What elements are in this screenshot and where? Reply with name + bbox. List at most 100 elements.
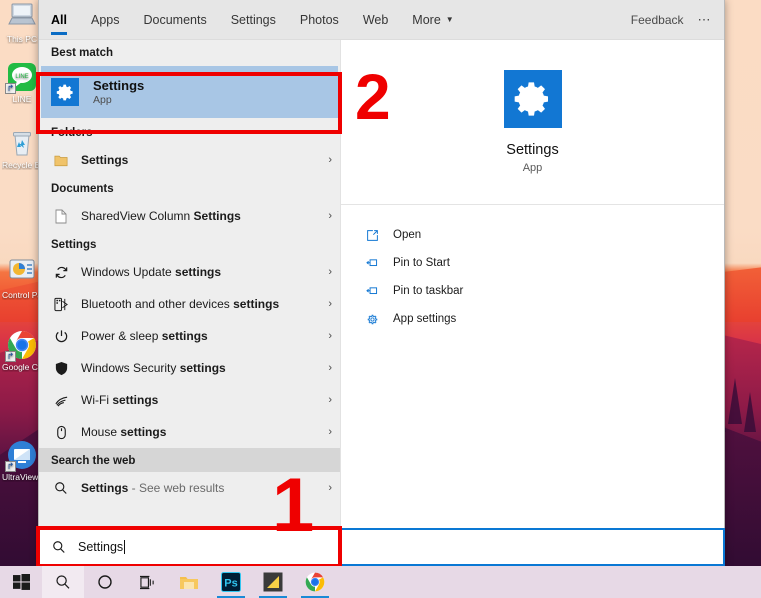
result-row-mouse-settings[interactable]: Mouse settings ›: [39, 416, 340, 448]
tab-label: Web: [362, 12, 389, 27]
chevron-right-icon[interactable]: ›: [328, 210, 332, 222]
result-row-label: Wi-Fi settings: [81, 393, 159, 407]
tab-label: Apps: [90, 12, 120, 27]
mouse-icon: [51, 425, 71, 440]
app-preview-pane: Settings App Open Pin to Start Pin to ta…: [341, 40, 724, 565]
tab-documents[interactable]: Documents: [131, 0, 218, 40]
file-explorer-button[interactable]: [168, 566, 210, 598]
result-row-label: Settings: [81, 153, 129, 167]
action-app-settings[interactable]: App settings: [341, 305, 724, 333]
result-row-label: Mouse settings: [81, 425, 167, 439]
ultraviewer-icon: ↱: [5, 440, 37, 472]
shield-icon: [51, 361, 71, 376]
result-row-label: SharedView Column Settings: [81, 209, 241, 223]
search-icon: [51, 481, 71, 495]
action-pin-to-start[interactable]: Pin to Start: [341, 249, 724, 277]
action-label: Pin to taskbar: [393, 285, 464, 297]
chevron-right-icon[interactable]: ›: [328, 154, 332, 166]
cortana-button[interactable]: [84, 566, 126, 598]
annotation-step-2: 2: [355, 61, 391, 133]
chrome-button[interactable]: [294, 566, 336, 598]
control-panel-icon: [7, 258, 37, 288]
more-options-icon[interactable]: ⋯: [698, 12, 713, 28]
search-icon: [55, 574, 71, 590]
desktop-icon-control-panel[interactable]: Control Panel: [2, 258, 42, 300]
shortcut-arrow-icon: ↱: [5, 83, 16, 94]
task-view-icon: [139, 575, 156, 590]
open-icon: [363, 229, 381, 242]
action-label: Pin to Start: [393, 257, 450, 269]
chevron-right-icon[interactable]: ›: [328, 362, 332, 374]
task-view-button[interactable]: [126, 566, 168, 598]
taskbar: Ps: [0, 566, 761, 598]
result-row-sharedview-column-settings[interactable]: SharedView Column Settings ›: [39, 200, 340, 232]
chevron-right-icon[interactable]: ›: [328, 394, 332, 406]
preview-action-list: Open Pin to Start Pin to taskbar App set…: [341, 205, 724, 333]
sticky-notes-button[interactable]: [252, 566, 294, 598]
photoshop-icon: Ps: [221, 572, 241, 592]
feedback-button[interactable]: Feedback: [631, 13, 684, 27]
chevron-right-icon[interactable]: ›: [328, 482, 332, 494]
this-pc-icon: [7, 2, 37, 32]
desktop-icon-this-pc[interactable]: This PC: [2, 2, 42, 44]
chrome-icon: [305, 572, 325, 592]
result-row-windows-update-settings[interactable]: Windows Update settings ›: [39, 256, 340, 288]
chevron-right-icon[interactable]: ›: [328, 298, 332, 310]
bluetooth-devices-icon: [51, 297, 71, 312]
chrome-icon: ↱: [5, 330, 37, 362]
tab-label: More: [412, 12, 441, 27]
sticky-notes-icon: [263, 572, 283, 592]
desktop-icon-recycle-bin[interactable]: Recycle Bin: [2, 128, 42, 170]
annotation-box-best-match: [36, 72, 342, 134]
group-header-best-match: Best match: [51, 47, 113, 59]
pin-icon: [363, 285, 381, 298]
result-row-power-and-sleep-settings[interactable]: Power & sleep settings ›: [39, 320, 340, 352]
tab-web[interactable]: Web: [351, 0, 400, 40]
tab-label: Documents: [143, 12, 207, 27]
annotation-step-1: 1: [272, 463, 315, 548]
tab-label: Photos: [299, 12, 339, 27]
action-label: Open: [393, 229, 422, 241]
tab-label: Settings: [230, 12, 276, 27]
result-row-folder-settings[interactable]: Settings ›: [39, 144, 340, 176]
start-button[interactable]: [0, 566, 42, 598]
action-open[interactable]: Open: [341, 221, 724, 249]
chevron-down-icon: ▼: [445, 15, 454, 24]
topbar-right-actions: Feedback ⋯: [631, 12, 724, 28]
preview-app-type: App: [522, 162, 543, 174]
recycle-bin-icon: [7, 128, 37, 158]
chevron-right-icon[interactable]: ›: [328, 330, 332, 342]
pin-icon: [363, 257, 381, 270]
result-row-wifi-settings[interactable]: Wi-Fi settings ›: [39, 384, 340, 416]
tab-apps[interactable]: Apps: [79, 0, 132, 40]
update-icon: [51, 265, 71, 280]
result-row-label: Power & sleep settings: [81, 329, 208, 343]
chevron-right-icon[interactable]: ›: [328, 426, 332, 438]
result-row-label: Windows Update settings: [81, 265, 222, 279]
action-pin-to-taskbar[interactable]: Pin to taskbar: [341, 277, 724, 305]
gear-icon: [503, 70, 562, 128]
photoshop-button[interactable]: Ps: [210, 566, 252, 598]
search-filter-tabbar: All Apps Documents Settings Photos Web M…: [39, 0, 724, 40]
result-row-label: Settings - See web results: [81, 481, 225, 495]
tab-settings[interactable]: Settings: [219, 0, 288, 40]
preview-app-name: Settings: [506, 142, 559, 158]
chevron-right-icon[interactable]: ›: [328, 266, 332, 278]
document-icon: [51, 209, 71, 224]
group-header-documents: Documents: [51, 183, 114, 195]
result-row-label: Bluetooth and other devices settings: [81, 297, 280, 311]
tab-photos[interactable]: Photos: [288, 0, 351, 40]
folder-icon: [179, 574, 199, 591]
search-button[interactable]: [42, 566, 84, 598]
tab-more[interactable]: More ▼: [400, 0, 465, 40]
power-icon: [51, 329, 71, 344]
desktop-icon-ultraviewer[interactable]: ↱ UltraViewer: [2, 440, 42, 482]
desktop-icon-label: Recycle Bin: [2, 160, 42, 170]
group-header-settings: Settings: [51, 239, 97, 251]
result-row-windows-security-settings[interactable]: Windows Security settings ›: [39, 352, 340, 384]
windows-logo-icon: [12, 573, 30, 591]
tab-all[interactable]: All: [39, 0, 79, 40]
result-row-bluetooth-and-other-devices-settings[interactable]: Bluetooth and other devices settings ›: [39, 288, 340, 320]
desktop-icon-google-chrome[interactable]: ↱ Google Chrome: [2, 330, 42, 372]
desktop-icon-label: UltraViewer: [2, 472, 42, 482]
